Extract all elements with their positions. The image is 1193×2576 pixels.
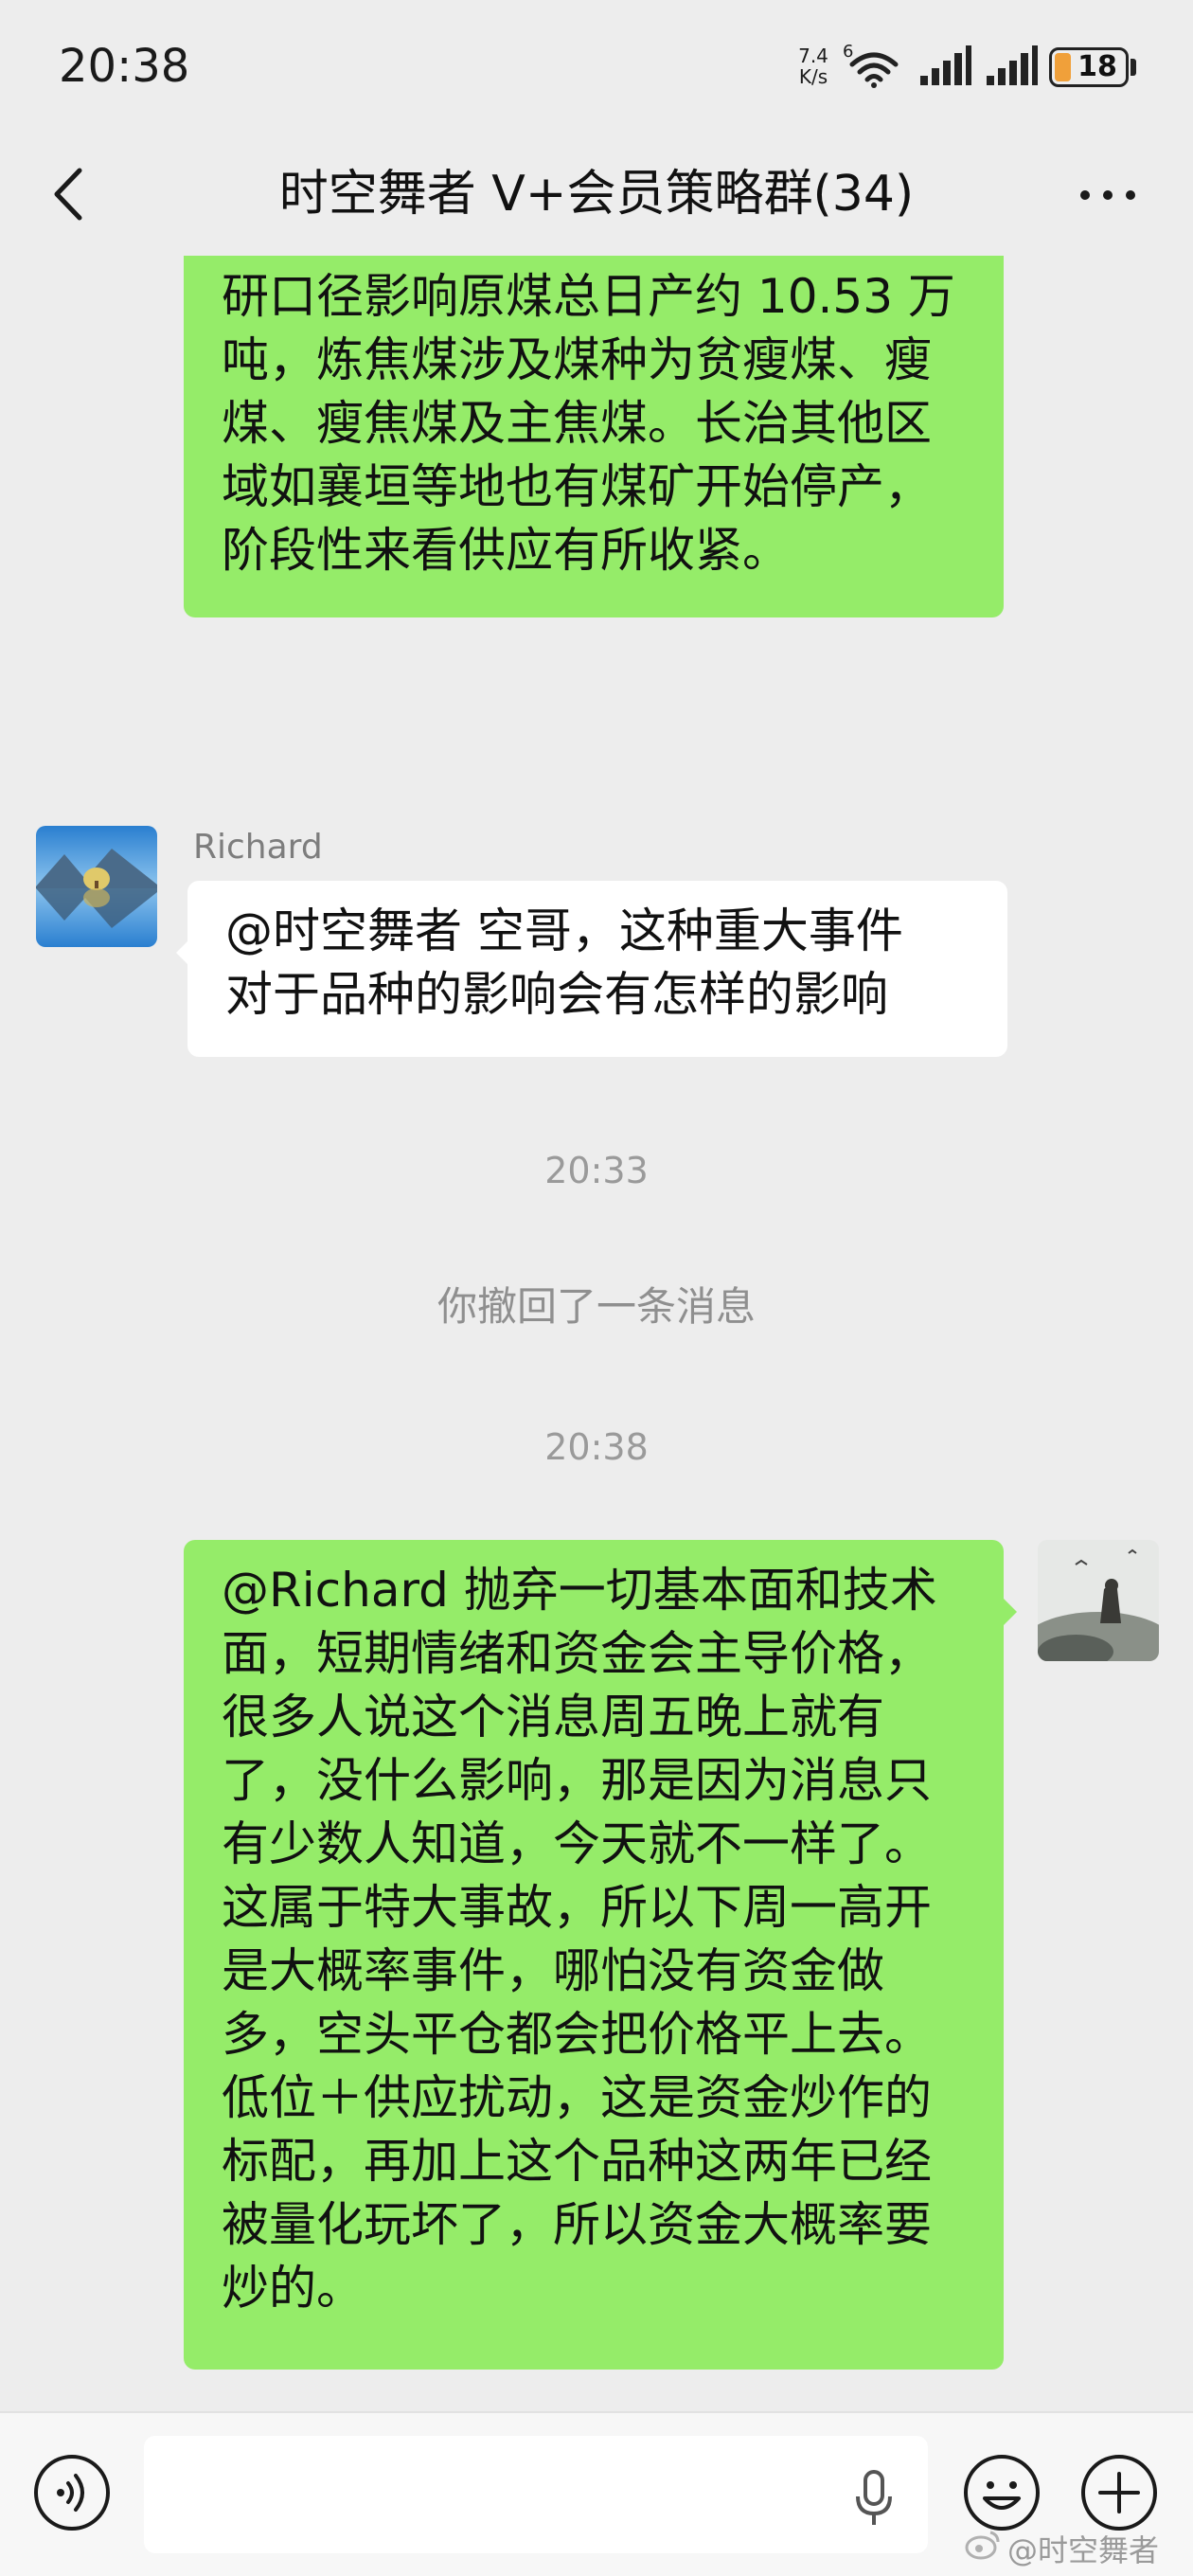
recall-notice: 你撤回了一条消息 bbox=[436, 1283, 756, 1330]
more-button[interactable] bbox=[1070, 161, 1146, 227]
chat-header: 时空舞者 V+会员策略群(34) bbox=[0, 133, 1193, 256]
timestamp: 20:38 bbox=[544, 1426, 649, 1468]
message-line: 吨，炼焦煤涉及煤种为贫瘦煤、瘦 bbox=[222, 332, 932, 387]
chat-title: 时空舞者 V+会员策略群(34) bbox=[278, 166, 915, 223]
signal-icon bbox=[920, 45, 971, 85]
signal-icon bbox=[987, 45, 1038, 85]
bubble-tail bbox=[1004, 1599, 1017, 1625]
sender-name: Richard bbox=[193, 828, 323, 867]
network-speed-value: 7.4 bbox=[798, 45, 828, 67]
status-time: 20:38 bbox=[59, 40, 190, 93]
message-line: 面，短期情绪和资金会主导价格， bbox=[222, 1626, 932, 1681]
weibo-logo-icon bbox=[965, 2531, 1000, 2560]
message-line: 对于品种的影响会有怎样的影响 bbox=[225, 967, 888, 1022]
message-line: 低位＋供应扰动，这是资金炒作的 bbox=[222, 2070, 932, 2125]
battery-level: 18 bbox=[1077, 50, 1117, 83]
network-speed-unit: K/s bbox=[798, 65, 828, 88]
status-bar: 20:38 7.4 K/s 6 18 bbox=[0, 0, 1193, 133]
voice-icon[interactable] bbox=[32, 2453, 112, 2532]
message-line: 了，没什么影响，那是因为消息只 bbox=[222, 1753, 932, 1808]
message-line: 被量化玩坏了，所以资金大概率要 bbox=[222, 2197, 932, 2252]
emoji-icon[interactable] bbox=[962, 2453, 1042, 2532]
message-line: 煤、瘦焦煤及主焦煤。长治其他区 bbox=[222, 396, 932, 451]
network-speed: 7.4 K/s bbox=[792, 45, 835, 87]
watermark: @时空舞者 bbox=[1007, 2532, 1160, 2568]
landscape-avatar-image bbox=[36, 826, 157, 947]
message-line: 是大概率事件，哪怕没有资金做 bbox=[222, 1943, 884, 1998]
microphone-icon[interactable] bbox=[852, 2470, 896, 2527]
message-line: 标配，再加上这个品种这两年已经 bbox=[222, 2134, 932, 2189]
message-line: 阶段性来看供应有所收紧。 bbox=[222, 523, 790, 578]
misty-figure-avatar-image bbox=[1038, 1540, 1159, 1661]
message-line: 有少数人知道，今天就不一样了。 bbox=[222, 1816, 932, 1871]
timestamp: 20:33 bbox=[544, 1150, 649, 1191]
my-avatar[interactable] bbox=[1038, 1540, 1159, 1661]
message-line: 这属于特大事故，所以下周一高开 bbox=[222, 1880, 932, 1935]
richard-message-bubble[interactable]: @时空舞者 空哥，这种重大事件 对于品种的影响会有怎样的影响 bbox=[187, 881, 1007, 1057]
chat-message-list[interactable]: 研口径影响原煤总日产约 10.53 万 吨，炼焦煤涉及煤种为贫瘦煤、瘦 煤、瘦焦… bbox=[0, 256, 1193, 2411]
message-line: 研口径影响原煤总日产约 10.53 万 bbox=[222, 269, 955, 324]
richard-avatar[interactable] bbox=[36, 826, 157, 947]
message-line: 多，空头平仓都会把价格平上去。 bbox=[222, 2007, 932, 2062]
my-message-bubble[interactable]: @Richard 抛弃一切基本面和技术 面，短期情绪和资金会主导价格， 很多人说… bbox=[184, 1540, 1004, 2370]
plus-icon[interactable] bbox=[1079, 2453, 1159, 2532]
message-input[interactable] bbox=[144, 2436, 928, 2553]
battery-icon: 18 bbox=[1049, 47, 1129, 87]
message-line: 很多人说这个消息周五晚上就有 bbox=[222, 1690, 884, 1744]
my-message-bubble[interactable]: 研口径影响原煤总日产约 10.53 万 吨，炼焦煤涉及煤种为贫瘦煤、瘦 煤、瘦焦… bbox=[184, 256, 1004, 617]
message-line: 炒的。 bbox=[222, 2261, 364, 2316]
back-button[interactable] bbox=[38, 161, 104, 227]
message-line: @Richard 抛弃一切基本面和技术 bbox=[222, 1563, 937, 1618]
wifi-icon bbox=[849, 52, 899, 88]
message-line: @时空舞者 空哥，这种重大事件 bbox=[225, 903, 903, 958]
battery-tip bbox=[1131, 59, 1136, 76]
message-line: 域如襄垣等地也有煤矿开始停产， bbox=[222, 459, 932, 514]
